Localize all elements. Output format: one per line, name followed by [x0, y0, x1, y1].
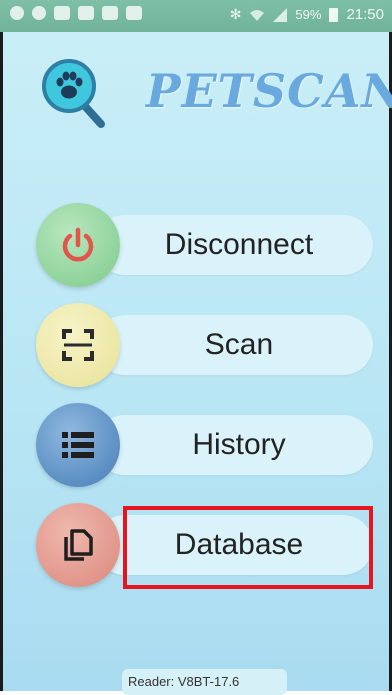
disconnect-button[interactable]: Disconnect [95, 215, 373, 275]
mail-icon [126, 6, 142, 20]
paw-magnifier-icon [42, 59, 105, 128]
list-icon [62, 432, 94, 458]
app-screen: PETSCAN Disconnect Scan History Database… [0, 32, 392, 695]
bluetooth-icon: ✻ [229, 6, 242, 22]
history-label: History [192, 428, 286, 461]
app-notification-icon [32, 6, 46, 20]
power-icon [62, 227, 94, 262]
clock: 21:50 [346, 6, 384, 23]
scan-icon-button[interactable] [36, 303, 120, 387]
signal-icon [273, 7, 288, 22]
scan-button[interactable]: Scan [95, 315, 373, 375]
scan-label: Scan [204, 328, 274, 361]
system-status: ✻ 59% 21:50 [230, 6, 384, 23]
disconnect-icon-button[interactable] [36, 203, 120, 287]
selection-highlight [123, 506, 373, 589]
app-notification-icon [54, 6, 70, 20]
status-bar: ✻ 59% 21:50 [0, 0, 392, 32]
app-title: PETSCAN [146, 64, 392, 118]
app-notification-icon [78, 6, 94, 20]
app-notification-icon [10, 6, 24, 20]
copy-documents-icon [64, 529, 93, 561]
wifi-icon [250, 9, 265, 21]
notification-icons [10, 6, 142, 20]
scan-frame-icon [62, 329, 94, 361]
database-icon-button[interactable] [36, 503, 120, 587]
voicemail-icon [102, 6, 118, 20]
reader-version: Reader: V8BT-17.6 [122, 669, 287, 695]
disconnect-label: Disconnect [164, 228, 314, 261]
battery-icon [329, 7, 339, 22]
history-button[interactable]: History [95, 415, 373, 475]
history-icon-button[interactable] [36, 403, 120, 487]
battery-percent: 59% [295, 7, 322, 22]
